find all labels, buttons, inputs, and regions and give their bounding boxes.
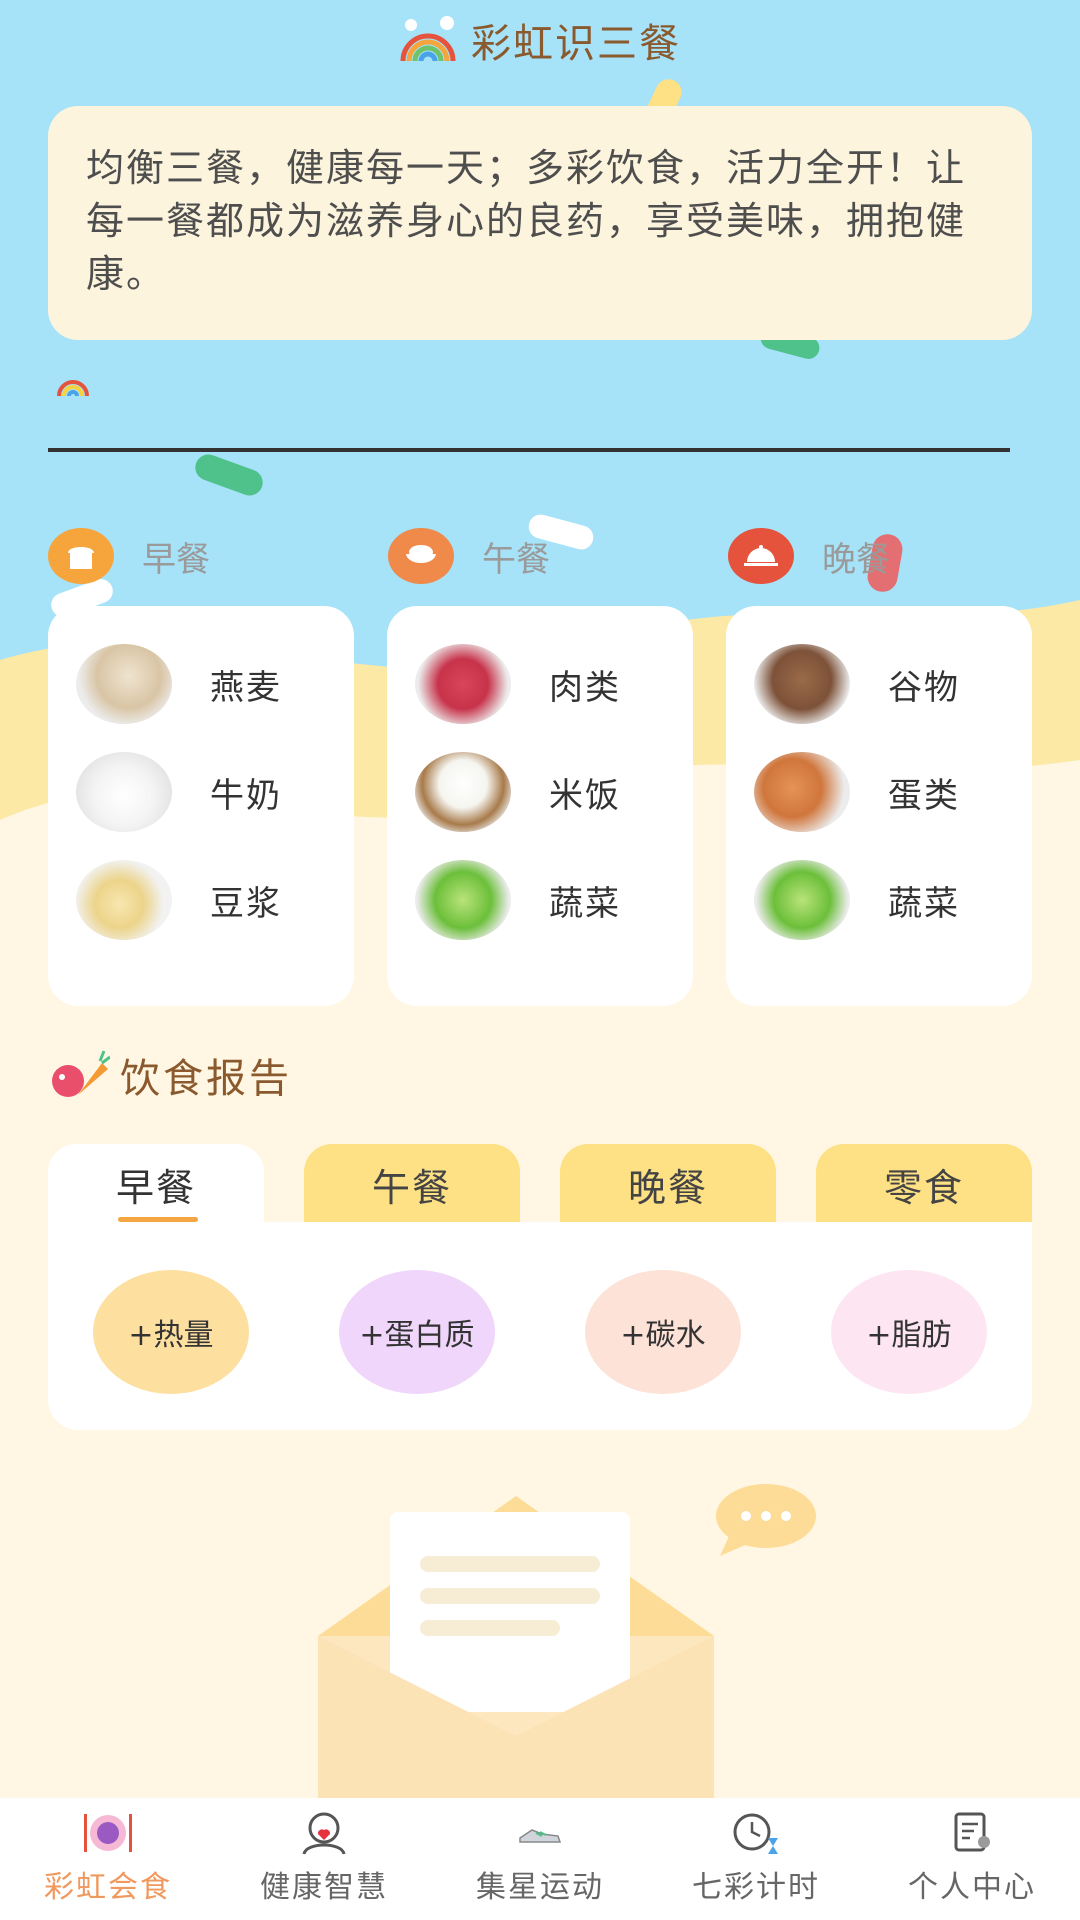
bread-icon xyxy=(48,528,114,584)
nav-label: 彩虹会食 xyxy=(44,1870,172,1905)
nav-label: 个人中心 xyxy=(908,1870,1036,1905)
food-name: 米饭 xyxy=(549,775,621,816)
tab-label: 晚餐 xyxy=(627,1165,708,1210)
food-name: 牛奶 xyxy=(210,775,282,816)
add-calories-button[interactable]: +热量 xyxy=(93,1270,249,1394)
cloche-icon xyxy=(728,528,794,584)
grain-icon xyxy=(754,644,850,724)
meal-label-breakfast[interactable]: 早餐 xyxy=(48,528,210,584)
tab-snack[interactable]: 零食 xyxy=(816,1144,1032,1224)
food-item[interactable]: 谷物 xyxy=(754,644,960,724)
rainbow-icon xyxy=(57,380,89,397)
food-name: 谷物 xyxy=(888,667,960,708)
nav-item-health-wisdom[interactable]: 健康智慧 xyxy=(216,1798,432,1920)
food-name: 肉类 xyxy=(549,667,621,708)
nav-label: 七彩计时 xyxy=(692,1870,820,1905)
envelope-illustration xyxy=(318,1484,816,1800)
tab-label: 早餐 xyxy=(115,1165,196,1210)
rice-icon xyxy=(415,752,511,832)
meal-card-breakfast: 燕麦 牛奶 豆浆 xyxy=(48,606,354,1006)
food-name: 蛋类 xyxy=(888,775,960,816)
app-title: 彩虹识三餐 xyxy=(471,21,681,67)
lettuce-icon xyxy=(754,860,850,940)
oats-icon xyxy=(76,644,172,724)
food-name: 蔬菜 xyxy=(549,883,621,924)
bottom-nav: 彩虹会食 健康智慧 集星运动 七彩计时 个人中心 xyxy=(0,1798,1080,1920)
food-item[interactable]: 米饭 xyxy=(415,752,621,832)
nav-label: 集星运动 xyxy=(476,1870,604,1905)
quote-text: 均衡三餐，健康每一天；多彩饮食，活力全开！让每一餐都成为滋养身心的良药，享受美味… xyxy=(86,146,967,296)
meat-icon xyxy=(415,644,511,724)
add-protein-button[interactable]: +蛋白质 xyxy=(339,1270,495,1394)
add-carbs-button[interactable]: +碳水 xyxy=(585,1270,741,1394)
sneaker-icon xyxy=(519,1829,562,1843)
report-header: 饮食报告 xyxy=(48,1046,292,1104)
milk-icon xyxy=(76,752,172,832)
clock-icon xyxy=(733,1813,778,1854)
tab-breakfast[interactable]: 早餐 xyxy=(48,1144,264,1224)
add-fat-button[interactable]: +脂肪 xyxy=(831,1270,987,1394)
nav-label: 健康智慧 xyxy=(260,1870,388,1905)
report-title: 饮食报告 xyxy=(120,1056,292,1102)
meal-name: 午餐 xyxy=(482,539,550,580)
tab-label: 零食 xyxy=(883,1165,964,1210)
meal-label-dinner[interactable]: 晚餐 xyxy=(728,528,890,584)
tab-dinner[interactable]: 晚餐 xyxy=(560,1144,776,1224)
food-item[interactable]: 肉类 xyxy=(415,644,621,724)
food-item[interactable]: 牛奶 xyxy=(76,752,282,832)
nav-item-star-exercise[interactable]: 集星运动 xyxy=(432,1798,648,1920)
plate-icon xyxy=(84,1814,132,1852)
meal-card-dinner: 谷物 蛋类 蔬菜 xyxy=(726,606,1032,1006)
quote-card: 均衡三餐，健康每一天；多彩饮食，活力全开！让每一餐都成为滋养身心的良药，享受美味… xyxy=(48,106,1032,340)
person-heart-icon xyxy=(302,1812,346,1855)
soymilk-icon xyxy=(76,860,172,940)
nav-item-profile[interactable]: 个人中心 xyxy=(864,1798,1080,1920)
rice-bowl-icon xyxy=(388,528,454,584)
rainbow-logo-icon xyxy=(400,16,456,62)
lettuce-icon xyxy=(415,860,511,940)
fruit-veg-icon xyxy=(52,1050,110,1097)
meal-label-lunch[interactable]: 午餐 xyxy=(388,528,550,584)
food-item[interactable]: 燕麦 xyxy=(76,644,282,724)
food-name: 燕麦 xyxy=(210,667,282,708)
egg-icon xyxy=(754,752,850,832)
app-header: 彩虹识三餐 xyxy=(0,10,1080,70)
meal-name: 晚餐 xyxy=(822,539,890,580)
tab-lunch[interactable]: 午餐 xyxy=(304,1144,520,1224)
nav-item-rainbow-meal[interactable]: 彩虹会食 xyxy=(0,1798,216,1920)
food-name: 豆浆 xyxy=(210,883,282,924)
food-item[interactable]: 豆浆 xyxy=(76,860,282,940)
nav-item-color-timer[interactable]: 七彩计时 xyxy=(648,1798,864,1920)
food-item[interactable]: 蔬菜 xyxy=(415,860,621,940)
divider-line xyxy=(48,448,1010,452)
tab-label: 午餐 xyxy=(371,1165,452,1210)
meal-name: 早餐 xyxy=(142,539,210,580)
food-item[interactable]: 蛋类 xyxy=(754,752,960,832)
profile-doc-icon xyxy=(954,1812,990,1852)
meal-card-lunch: 肉类 米饭 蔬菜 xyxy=(387,606,693,1006)
food-item[interactable]: 蔬菜 xyxy=(754,860,960,940)
food-name: 蔬菜 xyxy=(888,883,960,924)
